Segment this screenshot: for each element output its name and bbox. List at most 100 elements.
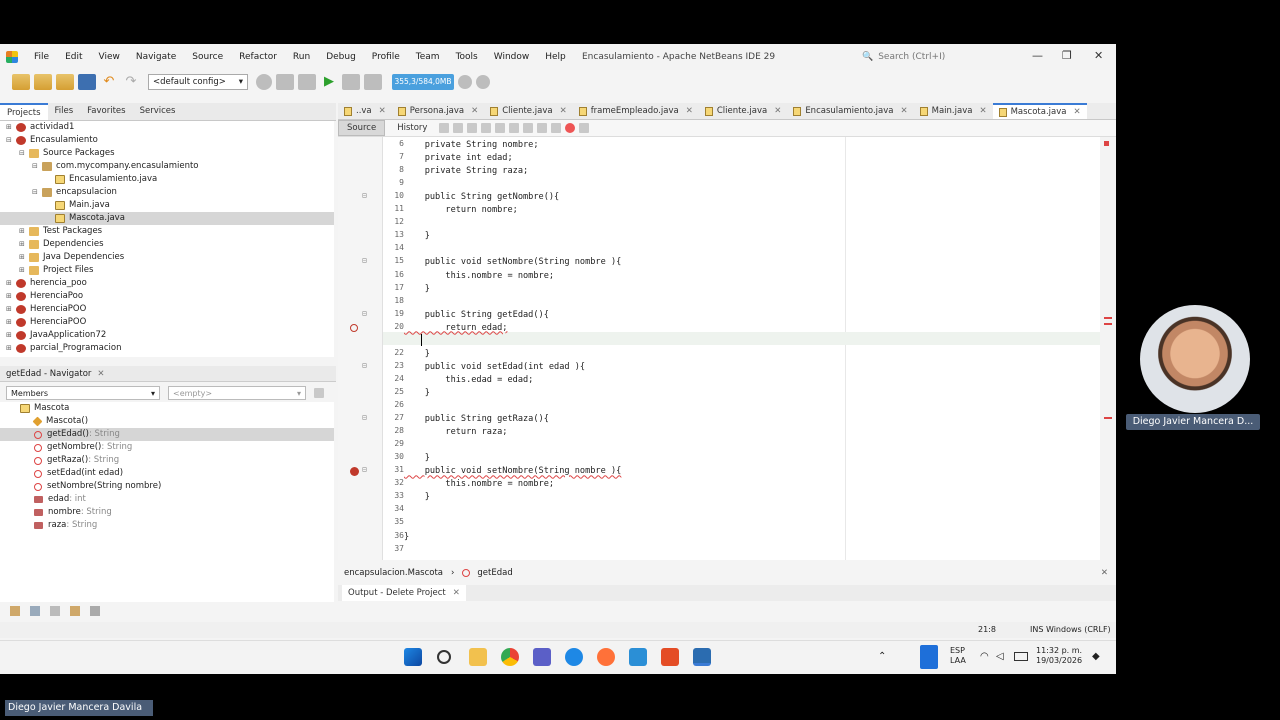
new-file-icon[interactable]	[12, 74, 30, 90]
project-tree-item[interactable]: ⊞ herencia_poo	[0, 277, 334, 290]
find-icon[interactable]	[481, 123, 492, 133]
editor-tab[interactable]: Encasulamiento.java ✕	[787, 103, 913, 119]
file-explorer-icon[interactable]	[469, 648, 487, 666]
microphone-icon[interactable]	[920, 645, 938, 669]
code-line[interactable]: }	[404, 452, 430, 465]
code-line[interactable]: return raza;	[404, 426, 507, 439]
fold-toggle-icon[interactable]: ⊟	[362, 191, 367, 200]
forward-icon[interactable]	[467, 123, 478, 133]
editor-tab[interactable]: Persona.java ✕	[392, 103, 484, 119]
config-select[interactable]: <default config> ▾	[148, 74, 248, 90]
navigator-member[interactable]: nombre : String	[0, 506, 334, 519]
close-icon[interactable]: ✕	[1073, 107, 1080, 117]
expand-toggle-icon[interactable]: ⊞	[19, 238, 27, 251]
project-tree-item[interactable]: ⊟ com.mycompany.encasulamiento	[0, 160, 334, 173]
insert-mode-status[interactable]: INS Windows (CRLF)	[1030, 625, 1111, 634]
settings-icon[interactable]	[256, 74, 272, 90]
menu-profile[interactable]: Profile	[364, 52, 408, 62]
shift-left-icon[interactable]	[537, 123, 548, 133]
menu-debug[interactable]: Debug	[318, 52, 364, 62]
navigator-member[interactable]: setNombre(String nombre)	[0, 480, 334, 493]
expand-toggle-icon[interactable]: ⊞	[19, 225, 27, 238]
new-project-icon[interactable]	[34, 74, 52, 90]
expand-toggle-icon[interactable]: ⊞	[19, 251, 27, 264]
members-select[interactable]: Members ▾	[6, 386, 160, 400]
close-icon[interactable]: ✕	[774, 106, 781, 116]
filter-icon[interactable]	[314, 388, 324, 398]
undo-icon[interactable]: ↶	[100, 74, 118, 90]
expand-toggle-icon[interactable]: ⊟	[6, 134, 14, 147]
filter-select[interactable]: <empty> ▾	[168, 386, 306, 400]
code-line[interactable]: public void setEdad(int edad ){	[404, 361, 585, 374]
find-prev-icon[interactable]	[495, 123, 506, 133]
filter-fields-icon[interactable]	[10, 606, 20, 616]
menu-help[interactable]: Help	[537, 52, 574, 62]
code-line[interactable]: private String raza;	[404, 165, 529, 178]
code-line[interactable]: }	[404, 230, 430, 243]
code-line[interactable]: }	[404, 491, 430, 504]
wifi-icon[interactable]: ◠	[980, 651, 989, 662]
expand-toggle-icon[interactable]: ⊞	[6, 277, 14, 290]
menu-view[interactable]: View	[91, 52, 128, 62]
battery-icon[interactable]	[1014, 652, 1028, 661]
close-icon[interactable]: ✕	[560, 106, 567, 116]
project-tree-item[interactable]: Main.java	[0, 199, 334, 212]
close-icon[interactable]: ✕	[471, 106, 478, 116]
code-line[interactable]: return nombre;	[404, 204, 517, 217]
menu-refactor[interactable]: Refactor	[231, 52, 285, 62]
navigator-member[interactable]: getNombre() : String	[0, 441, 334, 454]
error-icon[interactable]	[350, 467, 359, 477]
record-macro-icon[interactable]	[565, 123, 576, 133]
windows-start-icon[interactable]	[404, 648, 422, 666]
error-stripe[interactable]	[1100, 137, 1116, 560]
minimize-button[interactable]: —	[1032, 49, 1043, 62]
firefox-icon[interactable]	[597, 648, 615, 666]
pause-io-icon[interactable]	[476, 75, 490, 89]
notifications-icon[interactable]: ◆	[1092, 651, 1100, 662]
error-mark[interactable]	[1104, 323, 1112, 325]
profile-icon[interactable]	[364, 74, 382, 90]
debug-icon[interactable]	[342, 74, 360, 90]
memory-indicator[interactable]: 355,3/584,0MB	[392, 74, 454, 90]
expand-toggle-icon[interactable]: ⊞	[19, 264, 27, 277]
expand-toggle-icon[interactable]: ⊟	[32, 186, 40, 199]
shift-right-icon[interactable]	[551, 123, 562, 133]
close-icon[interactable]: ✕	[379, 106, 386, 116]
output-tab[interactable]: Output - Delete Project ✕	[342, 585, 466, 601]
project-tree-item[interactable]: ⊞ Java Dependencies	[0, 251, 334, 264]
chevron-up-icon[interactable]: ⌃	[878, 651, 886, 662]
fold-toggle-icon[interactable]: ⊟	[362, 465, 367, 474]
maximize-button[interactable]: ❐	[1062, 49, 1072, 62]
open-project-icon[interactable]	[56, 74, 74, 90]
close-icon[interactable]: ✕	[97, 369, 104, 379]
toggle-bookmark-icon[interactable]	[523, 123, 534, 133]
editor-tab[interactable]: frameEmpleado.java ✕	[573, 103, 699, 119]
expand-toggle-icon[interactable]: ⊞	[6, 342, 14, 355]
code-line[interactable]: this.nombre = nombre;	[404, 478, 554, 491]
menu-source[interactable]: Source	[184, 52, 231, 62]
breadcrumb-class[interactable]: encapsulacion.Mascota	[344, 568, 443, 578]
clock[interactable]: 11:32 p. m. 19/03/2026	[1036, 646, 1082, 666]
menu-tools[interactable]: Tools	[448, 52, 486, 62]
code-line[interactable]: }	[404, 531, 409, 544]
editor-tab[interactable]: Main.java ✕	[914, 103, 993, 119]
code-line[interactable]: }	[404, 348, 430, 361]
code-line[interactable]: public void setNombre(String nombre ){	[404, 256, 622, 269]
navigator-member[interactable]: getRaza() : String	[0, 454, 334, 467]
tab-services[interactable]: Services	[133, 103, 183, 120]
redo-icon[interactable]: ↷	[122, 74, 140, 90]
menu-edit[interactable]: Edit	[57, 52, 90, 62]
code-line[interactable]: public String getRaza(){	[404, 413, 549, 426]
gc-icon[interactable]	[458, 75, 472, 89]
filter-inherited-icon[interactable]	[70, 606, 80, 616]
expand-toggle-icon[interactable]: ⊟	[32, 160, 40, 173]
editor-tab[interactable]: Cliente.java ✕	[699, 103, 787, 119]
expand-toggle-icon[interactable]: ⊞	[6, 329, 14, 342]
project-tree-item[interactable]: ⊞ Dependencies	[0, 238, 334, 251]
project-tree-item[interactable]: ⊞ actividad1	[0, 121, 334, 134]
close-icon[interactable]: ✕	[686, 106, 693, 116]
teams-icon[interactable]	[533, 648, 551, 666]
menu-team[interactable]: Team	[408, 52, 448, 62]
close-icon[interactable]: ✕	[901, 106, 908, 116]
code-line[interactable]: public void setNombre(String nombre ){	[404, 465, 622, 478]
